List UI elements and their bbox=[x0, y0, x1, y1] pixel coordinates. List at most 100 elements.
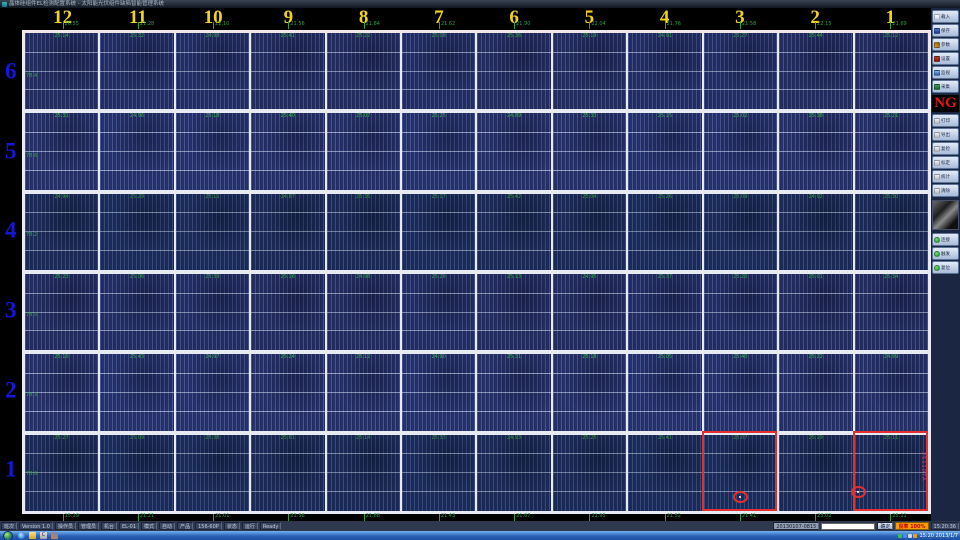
pv-cell: 25.30 bbox=[855, 194, 928, 270]
sidebar-button-参数[interactable]: 参数 bbox=[932, 38, 959, 51]
cell-measurement-label: 25.40 bbox=[281, 114, 295, 119]
row-number: 2 bbox=[5, 377, 17, 403]
tray-icon-language[interactable] bbox=[908, 534, 912, 538]
status-segment: 156-60P bbox=[195, 522, 222, 530]
windows-taskbar: C 15:20 2013/1/7 bbox=[0, 531, 960, 540]
folder-icon[interactable] bbox=[29, 532, 36, 539]
sidebar-button-监视[interactable]: 监视 bbox=[932, 66, 959, 79]
barcode-input[interactable] bbox=[821, 523, 875, 530]
param-icon bbox=[934, 42, 940, 48]
pv-cell: 25.39 bbox=[176, 274, 249, 350]
tray-icon-updates[interactable] bbox=[913, 534, 917, 538]
measurement-tick bbox=[63, 22, 64, 29]
app-c-icon[interactable]: C bbox=[40, 532, 47, 539]
pv-cell: 25.06 bbox=[100, 274, 173, 350]
sidebar-button-label: 连接 bbox=[941, 237, 950, 243]
pv-cell: 25.05 bbox=[628, 354, 701, 430]
cell-measurement-label: 25.29 bbox=[130, 195, 144, 200]
status-segment: 模式 bbox=[141, 522, 157, 530]
pv-cell: 24.98 bbox=[176, 33, 249, 109]
status-bar: 班次Version 1.0操作员管理员机台EL-01模式自动产品156-60P状… bbox=[0, 521, 960, 531]
measurement-value: 21.43 bbox=[441, 513, 455, 520]
sidebar-button-导出[interactable]: 导出 bbox=[932, 128, 959, 141]
camera-preview-thumbnail[interactable] bbox=[932, 200, 959, 230]
status-segment: 机台 bbox=[101, 522, 117, 530]
sidebar-button-设置[interactable]: 设置 bbox=[932, 52, 959, 65]
monitor-icon bbox=[934, 70, 940, 76]
sidebar-button-连接[interactable]: 连接 bbox=[932, 233, 959, 246]
cell-measurement-label: 25.08 bbox=[431, 34, 445, 39]
reset-icon bbox=[934, 265, 940, 271]
cell-measurement-label: 25.61 bbox=[281, 436, 295, 441]
cell-measurement-label: 25.04 bbox=[582, 195, 596, 200]
sidebar-button-载入[interactable]: 载入 bbox=[932, 10, 959, 23]
confirm-button[interactable]: 确定 bbox=[877, 522, 893, 530]
sidebar-button-清除[interactable]: 清除 bbox=[932, 184, 959, 197]
cell-measurement-label: 25.20 bbox=[733, 275, 747, 280]
cell-measurement-label: 25.17 bbox=[431, 195, 445, 200]
cell-measurement-label: 25.18 bbox=[205, 114, 219, 119]
cell-measurement-label: 25.05 bbox=[658, 355, 672, 360]
sidebar-spacer bbox=[932, 275, 959, 520]
status-segment: 运行 bbox=[242, 522, 258, 530]
measurement-value: 21.84 bbox=[366, 21, 380, 28]
row-number-strip: 654321 bbox=[0, 33, 22, 511]
pv-cell: 25.34 bbox=[855, 274, 928, 350]
toolbar-top-group: 载入保存参数设置监视采集 bbox=[932, 9, 959, 94]
sidebar-button-label: 监视 bbox=[941, 70, 950, 76]
pv-cell: 25.18 bbox=[176, 113, 249, 189]
toolbar-sidebar: 载入保存参数设置监视采集 NG 打印导出复检标定统计清除 连接触发复位 bbox=[931, 8, 960, 521]
defect-marker[interactable] bbox=[702, 431, 777, 511]
measurement-value: 22.10 bbox=[215, 21, 229, 28]
ie-icon[interactable] bbox=[18, 532, 25, 539]
measurement-tick bbox=[740, 514, 741, 521]
measurement-value: 21.21 bbox=[140, 513, 154, 520]
cell-measurement-label: 25.30 bbox=[884, 195, 898, 200]
tray-icon-network[interactable] bbox=[898, 534, 902, 538]
cell-measurement-label: 24.94 bbox=[54, 195, 68, 200]
sidebar-button-采集[interactable]: 采集 bbox=[932, 80, 959, 93]
sidebar-button-复检[interactable]: 复检 bbox=[932, 142, 959, 155]
tray-icon-volume[interactable] bbox=[903, 534, 907, 538]
sidebar-button-复位[interactable]: 复位 bbox=[932, 261, 959, 274]
cell-measurement-label: 25.24 bbox=[281, 355, 295, 360]
measurement-value: 21.56 bbox=[290, 513, 304, 520]
cell-measurement-label: 24.89 bbox=[507, 114, 521, 119]
sidebar-button-触发[interactable]: 触发 bbox=[932, 247, 959, 260]
defect-marker[interactable] bbox=[853, 431, 928, 511]
sidebar-button-label: 统计 bbox=[941, 174, 950, 180]
player-icon[interactable] bbox=[51, 532, 58, 539]
cell-measurement-label: 25.09 bbox=[130, 436, 144, 441]
pv-cell: 25.40 bbox=[704, 354, 777, 430]
pv-cell: 24.91 bbox=[628, 33, 701, 109]
measurement-value: 15.19 bbox=[65, 513, 79, 520]
left-measurement-label: 78.2 bbox=[26, 232, 37, 238]
taskbar-clock[interactable]: 15:20 2013/1/7 bbox=[920, 533, 958, 539]
left-measurement-label: 78.6 bbox=[26, 471, 37, 477]
sidebar-button-保存[interactable]: 保存 bbox=[932, 24, 959, 37]
el-panel-image[interactable]: 25.1425.3224.9825.4125.2225.0825.3625.19… bbox=[22, 30, 931, 514]
sidebar-button-标定[interactable]: 标定 bbox=[932, 156, 959, 169]
cell-measurement-label: 25.34 bbox=[884, 275, 898, 280]
sidebar-button-label: 载入 bbox=[941, 14, 950, 20]
cell-measurement-label: 25.37 bbox=[658, 275, 672, 280]
measurement-tick bbox=[439, 514, 440, 521]
connect-icon bbox=[934, 237, 940, 243]
pv-cell: 25.09 bbox=[100, 435, 173, 511]
start-button[interactable] bbox=[3, 531, 13, 540]
sidebar-button-统计[interactable]: 统计 bbox=[932, 170, 959, 183]
sidebar-button-打印[interactable]: 打印 bbox=[932, 114, 959, 127]
status-segment: 产品 bbox=[177, 522, 193, 530]
cell-measurement-label: 25.39 bbox=[205, 275, 219, 280]
app-icon bbox=[2, 2, 7, 7]
pv-cell: 25.36 bbox=[477, 33, 550, 109]
measurement-tick bbox=[665, 514, 666, 521]
cell-measurement-label: 25.40 bbox=[733, 355, 747, 360]
pv-cell: 24.92 bbox=[779, 194, 852, 270]
sidebar-button-label: 清除 bbox=[941, 188, 950, 194]
sidebar-button-label: 打印 bbox=[941, 118, 950, 124]
pv-cell: 25.41 bbox=[628, 435, 701, 511]
pv-cell: 24.98 bbox=[327, 274, 400, 350]
pv-cell: 25.24 bbox=[251, 354, 324, 430]
cell-measurement-label: 25.41 bbox=[281, 34, 295, 39]
